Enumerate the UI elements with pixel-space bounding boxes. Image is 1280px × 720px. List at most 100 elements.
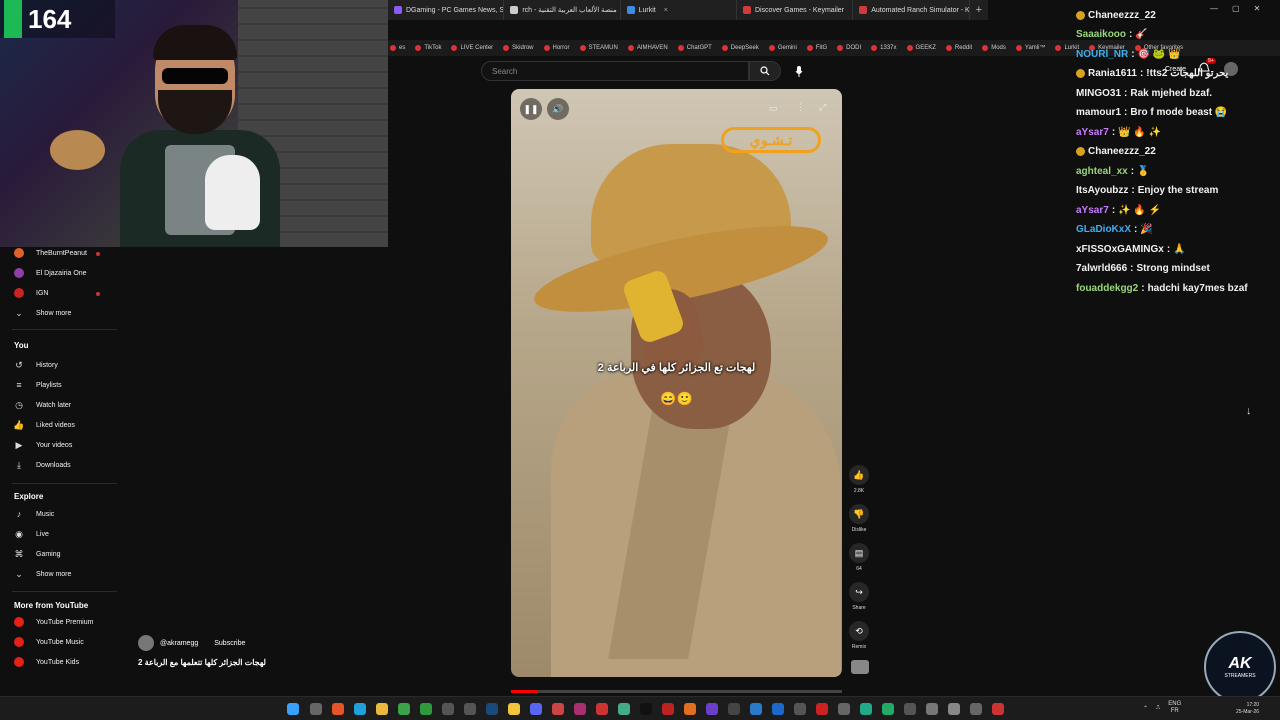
dislike-button[interactable]: 👎 Dislike bbox=[847, 504, 871, 533]
bookmark-item[interactable]: Skidrow bbox=[503, 45, 534, 51]
bookmark-item[interactable]: es bbox=[390, 45, 405, 51]
chat-username[interactable]: Chaneezzz_22 bbox=[1088, 10, 1156, 21]
chat-username[interactable]: NOURI_NR bbox=[1076, 49, 1128, 60]
sidebar-item[interactable]: El Djazairia One bbox=[14, 266, 87, 280]
discord-icon[interactable] bbox=[530, 703, 542, 715]
bookmark-item[interactable]: 1337x bbox=[871, 45, 897, 51]
bookmark-item[interactable]: Yamli™ bbox=[1015, 45, 1045, 51]
sidebar-item[interactable]: IGN bbox=[14, 286, 48, 300]
chat-username[interactable]: aghteal_xx bbox=[1076, 166, 1128, 177]
subscribe-button[interactable]: Subscribe bbox=[214, 640, 245, 647]
browser-tab[interactable]: rch - منصة الألعاب العربية التقنية× bbox=[504, 0, 621, 20]
voice-search-button[interactable] bbox=[790, 62, 808, 80]
clock[interactable]: 17:20 25-Mar-26 bbox=[1236, 702, 1259, 716]
browser-tab[interactable]: DGaming - PC Games News, S× bbox=[388, 0, 505, 20]
app-icon[interactable] bbox=[992, 703, 1004, 715]
bookmark-item[interactable]: ChatGPT bbox=[677, 45, 712, 51]
video-player[interactable]: تـشـوي ❚❚ 🔊 ▭ ⋮ ⤢ لهجات تع الجزائر كلها … bbox=[511, 89, 842, 677]
sidebar-item[interactable]: ▶ Your videos bbox=[14, 438, 73, 452]
app-icon[interactable] bbox=[442, 703, 454, 715]
bookmark-item[interactable]: AIMHAVEN bbox=[627, 45, 668, 51]
steam-icon[interactable] bbox=[486, 703, 498, 715]
app-icon[interactable] bbox=[508, 703, 520, 715]
video-progress-bar[interactable] bbox=[511, 690, 842, 693]
tiktok-icon[interactable] bbox=[640, 703, 652, 715]
bookmark-item[interactable]: DODI bbox=[837, 45, 861, 51]
app-icon[interactable] bbox=[926, 703, 938, 715]
app-icon[interactable] bbox=[706, 703, 718, 715]
sidebar-section-you[interactable]: You bbox=[14, 341, 29, 350]
chat-username[interactable]: MINGO31 bbox=[1076, 88, 1121, 99]
bookmark-item[interactable]: TikTok bbox=[415, 45, 441, 51]
bookmark-item[interactable]: LIVE Center bbox=[451, 45, 493, 51]
remix-button[interactable]: ⟲ Remix bbox=[847, 621, 871, 650]
app-icon[interactable] bbox=[552, 703, 564, 715]
like-button[interactable]: 👍 2.8K bbox=[847, 465, 871, 494]
channel-avatar[interactable] bbox=[138, 635, 154, 651]
volume-button[interactable]: 🔊 bbox=[547, 98, 569, 120]
chat-username[interactable]: 7alwrld666 bbox=[1076, 263, 1127, 274]
sidebar-item[interactable]: ♪ Music bbox=[14, 507, 55, 521]
tray-chevron-icon[interactable]: ⌃ bbox=[1143, 705, 1148, 712]
chat-username[interactable]: xFISSOxGAMINGx bbox=[1076, 244, 1164, 255]
app-icon[interactable] bbox=[970, 703, 982, 715]
sidebar-item[interactable]: ◉ Live bbox=[14, 527, 49, 541]
search-button[interactable] bbox=[749, 61, 781, 81]
app-icon[interactable] bbox=[398, 703, 410, 715]
app-icon[interactable] bbox=[662, 703, 674, 715]
sidebar-item[interactable]: ⌄ Show more bbox=[14, 306, 71, 320]
app-icon[interactable] bbox=[464, 703, 476, 715]
bookmark-item[interactable]: Gemini bbox=[768, 45, 797, 51]
start-icon[interactable] bbox=[287, 703, 299, 715]
chat-username[interactable]: mamour1 bbox=[1076, 107, 1121, 118]
edge-icon[interactable] bbox=[354, 703, 366, 715]
sidebar-item[interactable]: TheBurntPeanut bbox=[14, 246, 87, 260]
bookmark-item[interactable]: Mods bbox=[982, 45, 1006, 51]
app-icon[interactable] bbox=[772, 703, 784, 715]
sidebar-item[interactable]: ⤓ Downloads bbox=[14, 458, 71, 472]
app-icon[interactable] bbox=[816, 703, 828, 715]
sidebar-item[interactable]: YouTube Premium bbox=[14, 615, 93, 629]
sidebar-item[interactable]: ≡ Playlists bbox=[14, 378, 61, 392]
sidebar-item[interactable]: ⌄ Show more bbox=[14, 567, 71, 581]
chat-username[interactable]: GLaDioKxX bbox=[1076, 224, 1131, 235]
chat-username[interactable]: aYsar7 bbox=[1076, 205, 1109, 216]
chat-username[interactable]: fouaddekgg2 bbox=[1076, 283, 1138, 294]
chat-username[interactable]: Saaaikooo bbox=[1076, 29, 1126, 40]
chat-username[interactable]: Rania1611 bbox=[1088, 68, 1137, 79]
app-icon[interactable] bbox=[728, 703, 740, 715]
bookmark-item[interactable]: STEAMUN bbox=[579, 45, 618, 51]
scroll-down-icon[interactable]: ↓ bbox=[1246, 405, 1252, 417]
chat-username[interactable]: ItsAyoubzz bbox=[1076, 185, 1128, 196]
chat-username[interactable]: Chaneezzz_22 bbox=[1088, 146, 1156, 157]
sidebar-item[interactable]: ↺ History bbox=[14, 358, 58, 372]
search-input[interactable]: Search bbox=[481, 61, 749, 81]
network-icon[interactable]: ⎍ bbox=[1156, 705, 1160, 712]
bookmark-item[interactable]: DeepSeek bbox=[721, 45, 759, 51]
more-options-icon[interactable]: ⋮ bbox=[796, 102, 805, 113]
app-icon[interactable] bbox=[750, 703, 762, 715]
new-tab-button[interactable]: + bbox=[970, 4, 988, 16]
sidebar-item[interactable]: YouTube Music bbox=[14, 635, 84, 649]
app-icon[interactable] bbox=[618, 703, 630, 715]
sidebar-item[interactable]: YouTube Kids bbox=[14, 655, 79, 669]
app-icon[interactable] bbox=[684, 703, 696, 715]
chat-username[interactable]: aYsar7 bbox=[1076, 127, 1109, 138]
pause-button[interactable]: ❚❚ bbox=[520, 98, 542, 120]
sidebar-item[interactable]: 👍 Liked videos bbox=[13, 418, 75, 432]
sidebar-item[interactable]: ⌘ Gaming bbox=[14, 547, 61, 561]
app-icon[interactable] bbox=[596, 703, 608, 715]
browser-tab[interactable]: Discover Games - Keymailer× bbox=[737, 0, 854, 20]
app-icon[interactable] bbox=[838, 703, 850, 715]
browser-tab[interactable]: Automated Ranch Simulator - Key× bbox=[853, 0, 970, 20]
browser-tab[interactable]: Lurkit × bbox=[621, 0, 737, 20]
bookmark-item[interactable]: Horror bbox=[543, 45, 570, 51]
app-icon[interactable] bbox=[574, 703, 586, 715]
app-icon[interactable] bbox=[882, 703, 894, 715]
bookmark-item[interactable]: FitG bbox=[806, 45, 827, 51]
bookmark-item[interactable]: Reddit bbox=[945, 45, 972, 51]
brave-icon[interactable] bbox=[332, 703, 344, 715]
folder-icon[interactable] bbox=[376, 703, 388, 715]
captions-icon[interactable]: ▭ bbox=[769, 103, 778, 114]
sound-thumbnail[interactable] bbox=[851, 660, 869, 674]
